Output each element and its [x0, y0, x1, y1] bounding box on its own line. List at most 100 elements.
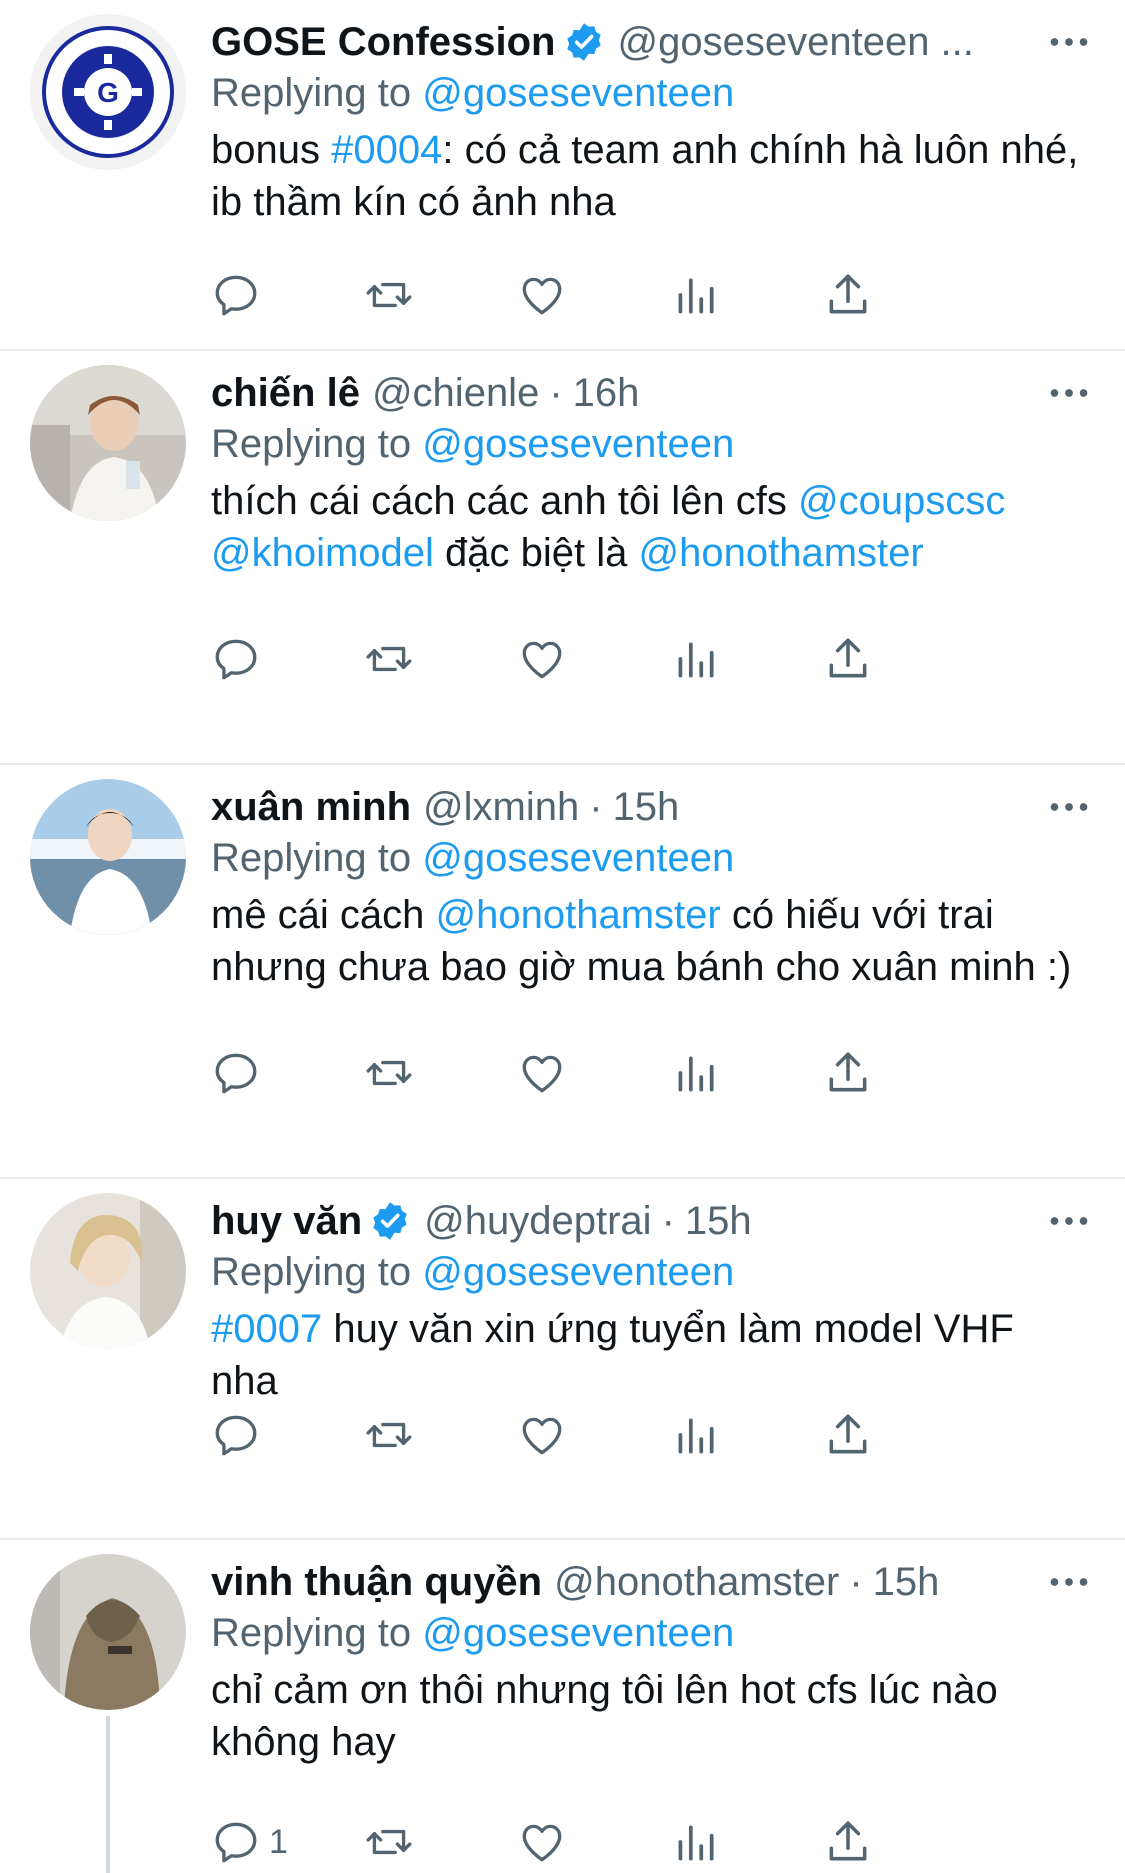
like-icon[interactable] — [517, 1812, 577, 1872]
handle[interactable]: @honothamster — [554, 1558, 839, 1606]
replying-to-mention[interactable]: @goseseventeen — [422, 836, 734, 880]
replying-to-mention[interactable]: @goseseventeen — [422, 422, 734, 466]
hashtag-link[interactable]: #0004 — [331, 128, 442, 172]
display-name[interactable]: chiến lê — [211, 369, 360, 417]
hashtag-link[interactable]: #0007 — [211, 1307, 322, 1351]
reply-icon[interactable] — [211, 629, 271, 689]
tweet-text: #0007 huy văn xin ứng tuyển làm model VH… — [211, 1303, 1091, 1407]
tweet-header: GOSE Confession @goseseventeen ... — [211, 18, 974, 66]
tweet[interactable]: chiến lê @chienle · 16h Replying to @gos… — [0, 351, 1125, 765]
text-segment: huy văn xin ứng tuyển làm model VHF nha — [211, 1307, 1014, 1403]
display-name[interactable]: vinh thuận quyền — [211, 1558, 542, 1606]
tweet-header: vinh thuận quyền @honothamster · 15h — [211, 1558, 940, 1606]
more-icon[interactable] — [1047, 373, 1091, 413]
tweet[interactable]: vinh thuận quyền @honothamster · 15h Rep… — [0, 1540, 1125, 1873]
display-name[interactable]: huy văn — [211, 1197, 362, 1245]
mention-link[interactable]: @honothamster — [639, 531, 924, 575]
share-icon[interactable] — [823, 1043, 883, 1103]
handle[interactable]: @goseseventeen ... — [618, 18, 974, 66]
display-name[interactable]: GOSE Confession — [211, 18, 556, 66]
replying-to: Replying to @goseseventeen — [211, 68, 734, 118]
replying-to-mention[interactable]: @goseseventeen — [422, 71, 734, 115]
tweet-text: mê cái cách @honothamster có hiếu với tr… — [211, 889, 1091, 993]
logo-letter: G — [97, 77, 119, 108]
avatar[interactable] — [30, 365, 186, 521]
share-icon[interactable] — [823, 265, 883, 325]
analytics-icon[interactable] — [670, 1812, 730, 1872]
action-bar — [211, 1043, 1011, 1103]
analytics-icon[interactable] — [670, 1405, 730, 1465]
tweet[interactable]: huy văn @huydeptrai · 15h Replying to @g… — [0, 1179, 1125, 1540]
replying-prefix: Replying to — [211, 836, 412, 880]
reply-icon[interactable]: 1 — [211, 1812, 331, 1872]
text-segment: đặc biệt là — [433, 531, 639, 575]
handle[interactable]: @chienle — [372, 369, 539, 417]
replying-prefix: Replying to — [211, 1250, 412, 1294]
mention-link[interactable]: @honothamster — [436, 893, 721, 937]
share-icon[interactable] — [823, 1405, 883, 1465]
action-bar — [211, 629, 1011, 689]
handle[interactable]: @huydeptrai — [424, 1197, 651, 1245]
gose-logo-avatar: G — [30, 14, 186, 170]
retweet-icon[interactable] — [364, 629, 424, 689]
reply-icon[interactable] — [211, 1043, 271, 1103]
share-icon[interactable] — [823, 629, 883, 689]
mention-link[interactable]: @coupscsc — [798, 479, 1005, 523]
replying-prefix: Replying to — [211, 71, 412, 115]
tweet[interactable]: xuân minh @lxminh · 15h Replying to @gos… — [0, 765, 1125, 1179]
timestamp[interactable]: 15h — [685, 1197, 752, 1245]
more-icon[interactable] — [1047, 1201, 1091, 1241]
text-segment: thích cái cách các anh tôi lên cfs — [211, 479, 798, 523]
retweet-icon[interactable] — [364, 265, 424, 325]
timestamp[interactable]: 16h — [573, 369, 640, 417]
analytics-icon[interactable] — [670, 265, 730, 325]
tweet-header: xuân minh @lxminh · 15h — [211, 783, 680, 831]
text-segment: mê cái cách — [211, 893, 436, 937]
display-name[interactable]: xuân minh — [211, 783, 411, 831]
retweet-icon[interactable] — [364, 1405, 424, 1465]
replying-to: Replying to @goseseventeen — [211, 833, 734, 883]
timestamp[interactable]: 15h — [613, 783, 680, 831]
avatar[interactable] — [30, 1193, 186, 1349]
tweet-text: chỉ cảm ơn thôi nhưng tôi lên hot cfs lú… — [211, 1664, 1091, 1768]
more-icon[interactable] — [1047, 22, 1091, 62]
retweet-icon[interactable] — [364, 1043, 424, 1103]
tweet-header: chiến lê @chienle · 16h — [211, 369, 640, 417]
like-icon[interactable] — [517, 1043, 577, 1103]
replying-prefix: Replying to — [211, 1611, 412, 1655]
action-bar: 1 — [211, 1812, 1011, 1872]
text-segment: chỉ cảm ơn thôi nhưng tôi lên hot cfs lú… — [211, 1668, 998, 1764]
replying-to-mention[interactable]: @goseseventeen — [422, 1611, 734, 1655]
replying-to: Replying to @goseseventeen — [211, 419, 734, 469]
avatar[interactable] — [30, 779, 186, 935]
mention-link[interactable]: @khoimodel — [211, 531, 434, 575]
like-icon[interactable] — [517, 265, 577, 325]
reply-icon[interactable] — [211, 265, 271, 325]
like-icon[interactable] — [517, 1405, 577, 1465]
more-icon[interactable] — [1047, 1562, 1091, 1602]
tweet-text: bonus #0004: có cả team anh chính hà luô… — [211, 124, 1091, 228]
reply-count: 1 — [269, 1822, 288, 1861]
verified-icon — [368, 1199, 412, 1243]
analytics-icon[interactable] — [670, 629, 730, 689]
tweet[interactable]: G GOSE Confession @goseseventeen ... Rep… — [0, 0, 1125, 351]
replying-to: Replying to @goseseventeen — [211, 1608, 734, 1658]
retweet-icon[interactable] — [364, 1812, 424, 1872]
avatar[interactable] — [30, 1554, 186, 1710]
text-segment: bonus — [211, 128, 332, 172]
more-icon[interactable] — [1047, 787, 1091, 827]
replying-to: Replying to @goseseventeen — [211, 1247, 734, 1297]
share-icon[interactable] — [823, 1812, 883, 1872]
avatar[interactable]: G — [30, 14, 186, 170]
replying-to-mention[interactable]: @goseseventeen — [422, 1250, 734, 1294]
timestamp[interactable]: 15h — [873, 1558, 940, 1606]
action-bar — [211, 1405, 1011, 1465]
thread-line — [106, 1716, 110, 1873]
action-bar — [211, 265, 1011, 325]
handle[interactable]: @lxminh — [423, 783, 579, 831]
reply-icon[interactable] — [211, 1405, 271, 1465]
replying-prefix: Replying to — [211, 422, 412, 466]
like-icon[interactable] — [517, 629, 577, 689]
verified-icon — [562, 20, 606, 64]
analytics-icon[interactable] — [670, 1043, 730, 1103]
